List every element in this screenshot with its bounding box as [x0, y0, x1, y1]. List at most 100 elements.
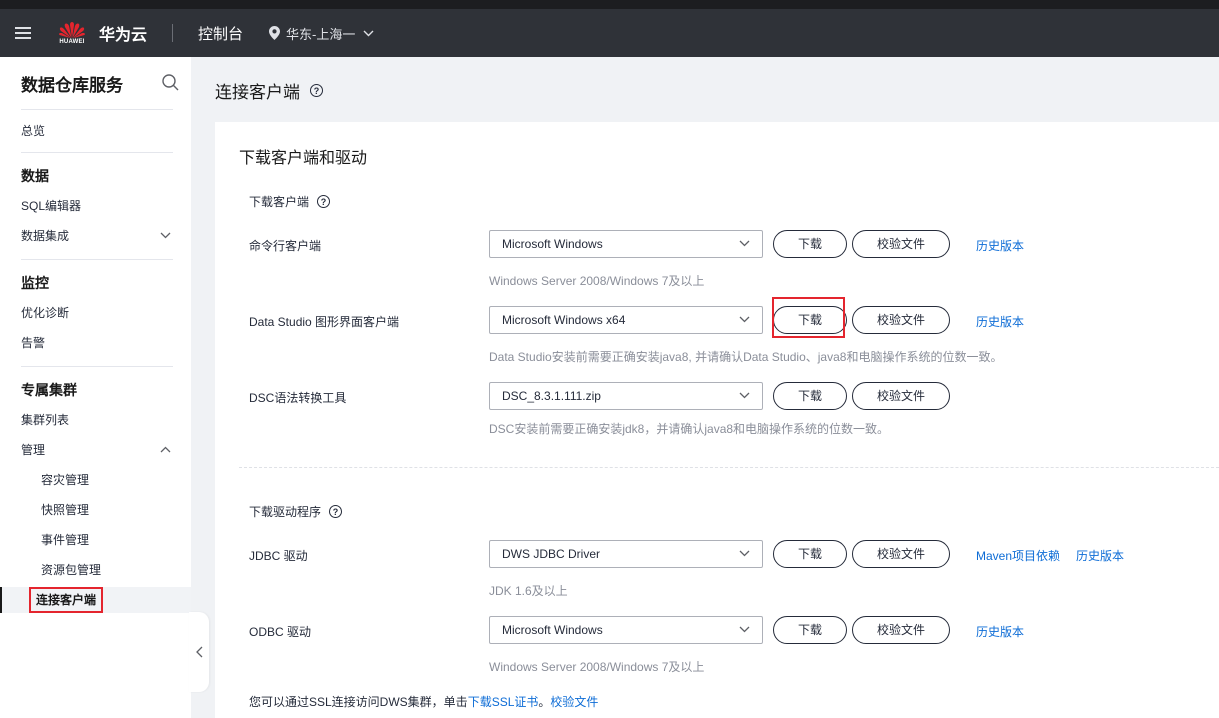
sidebar-header: 数据仓库服务 — [0, 57, 191, 109]
jdbc-driver-row: JDBC 驱动 DWS JDBC Driver 下载 校验文件 Maven项目依… — [215, 540, 1219, 568]
sidebar: 数据仓库服务 总览 数据 SQL编辑器 数据集成 监控 优化诊断 告警 专属集群… — [0, 57, 191, 718]
section-divider — [239, 467, 1219, 468]
sidebar-item-manage[interactable]: 管理 — [0, 435, 191, 465]
driver-select[interactable]: DWS JDBC Driver — [489, 540, 763, 568]
huawei-logo[interactable]: HUAWEI — [59, 21, 85, 45]
ssl-verify-file-link[interactable]: 校验文件 — [550, 695, 598, 709]
region-selector[interactable]: 华东-上海一 — [269, 24, 374, 43]
verify-file-button[interactable]: 校验文件 — [852, 616, 950, 644]
page-header: 连接客户端 ? — [215, 78, 323, 103]
ssl-text: 您可以通过SSL连接访问DWS集群，单击 — [249, 695, 468, 709]
history-version-link[interactable]: 历史版本 — [1076, 547, 1124, 564]
logo-text: HUAWEI — [59, 38, 85, 45]
download-button[interactable]: 下载 — [773, 230, 847, 258]
os-select[interactable]: Microsoft Windows — [489, 616, 763, 644]
chevron-down-icon — [739, 316, 750, 323]
sidebar-collapse-button[interactable] — [189, 612, 209, 692]
active-indicator — [0, 587, 2, 613]
sidebar-item-sql-editor[interactable]: SQL编辑器 — [0, 191, 191, 221]
package-select[interactable]: DSC_8.3.1.111.zip — [489, 382, 763, 410]
chevron-down-icon — [739, 626, 750, 633]
sidebar-divider — [21, 109, 173, 110]
sidebar-group-cluster: 专属集群 — [21, 382, 77, 398]
os-select[interactable]: Microsoft Windows — [489, 230, 763, 258]
select-value: DWS JDBC Driver — [502, 547, 600, 561]
select-value: Microsoft Windows — [502, 237, 603, 251]
os-select[interactable]: Microsoft Windows x64 — [489, 306, 763, 334]
client-section-header: 下载客户端 ? — [249, 193, 331, 210]
verify-file-button[interactable]: 校验文件 — [852, 306, 950, 334]
chevron-up-icon — [160, 446, 171, 453]
download-button[interactable]: 下载 — [773, 382, 847, 410]
sidebar-item-event[interactable]: 事件管理 — [0, 525, 191, 555]
download-ssl-cert-link[interactable]: 下载SSL证书 — [468, 695, 539, 709]
data-studio-hint: Data Studio安装前需要正确安装java8, 并请确认Data Stud… — [489, 350, 1003, 364]
sidebar-divider — [21, 366, 173, 367]
row-label: ODBC 驱动 — [249, 625, 312, 639]
verify-file-button[interactable]: 校验文件 — [852, 540, 950, 568]
history-version-link[interactable]: 历史版本 — [976, 237, 1024, 254]
cli-client-row: 命令行客户端 Microsoft Windows 下载 校验文件 历史版本 — [215, 230, 1219, 258]
history-version-link[interactable]: 历史版本 — [976, 623, 1024, 640]
help-icon[interactable]: ? — [329, 505, 343, 518]
jdbc-hint: JDK 1.6及以上 — [489, 584, 568, 598]
console-link[interactable]: 控制台 — [198, 23, 243, 44]
sidebar-item-optimize[interactable]: 优化诊断 — [0, 298, 191, 328]
region-label: 华东-上海一 — [286, 26, 356, 42]
huawei-logo-petals — [59, 21, 85, 38]
history-version-link[interactable]: 历史版本 — [976, 313, 1024, 330]
data-studio-row: Data Studio 图形界面客户端 Microsoft Windows x6… — [215, 306, 1219, 334]
chevron-down-icon — [363, 30, 374, 36]
chevron-down-icon — [739, 550, 750, 557]
search-icon[interactable] — [162, 74, 179, 91]
sidebar-item-label: 连接客户端 — [29, 587, 104, 613]
cli-hint: Windows Server 2008/Windows 7及以上 — [489, 274, 705, 288]
row-label: DSC语法转换工具 — [249, 391, 347, 405]
sidebar-item-resource-package[interactable]: 资源包管理 — [0, 555, 191, 585]
help-icon[interactable]: ? — [310, 84, 323, 97]
sidebar-item-overview[interactable]: 总览 — [0, 116, 191, 146]
download-button[interactable]: 下载 — [773, 540, 847, 568]
driver-section-header: 下载驱动程序 ? — [249, 503, 343, 520]
sidebar-item-label: 管理 — [21, 443, 46, 457]
chevron-down-icon — [739, 392, 750, 399]
dsc-hint: DSC安装前需要正确安装jdk8，并请确认java8和电脑操作系统的位数一致。 — [489, 422, 890, 436]
sidebar-group-data: 数据 — [21, 168, 49, 184]
row-label: 命令行客户端 — [249, 239, 322, 253]
brand-name[interactable]: 华为云 — [99, 21, 147, 45]
select-value: Microsoft Windows — [502, 623, 603, 637]
chevron-left-icon — [195, 646, 202, 658]
page-title: 连接客户端 — [215, 83, 300, 102]
sidebar-divider — [21, 259, 173, 260]
chevron-down-icon — [739, 240, 750, 247]
section-title: 下载客户端 — [249, 195, 310, 209]
sidebar-item-snapshot[interactable]: 快照管理 — [0, 495, 191, 525]
maven-dependency-link[interactable]: Maven项目依赖 — [976, 547, 1060, 564]
menu-icon[interactable] — [15, 24, 31, 42]
verify-file-button[interactable]: 校验文件 — [852, 230, 950, 258]
ssl-separator: 。 — [538, 695, 551, 709]
verify-file-button[interactable]: 校验文件 — [852, 382, 950, 410]
sidebar-item-connect-client[interactable]: 连接客户端 — [0, 587, 191, 613]
card-title: 下载客户端和驱动 — [239, 150, 368, 167]
sidebar-title: 数据仓库服务 — [21, 75, 123, 95]
topbar-divider — [172, 24, 174, 42]
select-value: Microsoft Windows x64 — [502, 313, 626, 327]
sidebar-divider — [21, 152, 173, 153]
odbc-driver-row: ODBC 驱动 Microsoft Windows 下载 校验文件 历史版本 — [215, 616, 1219, 644]
location-pin-icon — [269, 26, 281, 40]
chevron-down-icon — [160, 232, 171, 239]
dsc-tool-row: DSC语法转换工具 DSC_8.3.1.111.zip 下载 校验文件 — [215, 382, 1219, 410]
sidebar-item-disaster-recovery[interactable]: 容灾管理 — [0, 465, 191, 495]
row-label: JDBC 驱动 — [249, 549, 308, 563]
download-card: 下载客户端和驱动 下载客户端 ? 命令行客户端 Microsoft Window… — [215, 122, 1219, 718]
sidebar-item-data-integration[interactable]: 数据集成 — [0, 221, 191, 251]
download-button[interactable]: 下载 — [773, 616, 847, 644]
download-button[interactable]: 下载 — [773, 306, 847, 334]
odbc-hint: Windows Server 2008/Windows 7及以上 — [489, 660, 705, 674]
select-value: DSC_8.3.1.111.zip — [502, 389, 601, 403]
help-icon[interactable]: ? — [317, 195, 331, 208]
sidebar-item-alarm[interactable]: 告警 — [0, 328, 191, 358]
sidebar-item-cluster-list[interactable]: 集群列表 — [0, 405, 191, 435]
ssl-info: 您可以通过SSL连接访问DWS集群，单击下载SSL证书。校验文件 — [249, 693, 598, 710]
